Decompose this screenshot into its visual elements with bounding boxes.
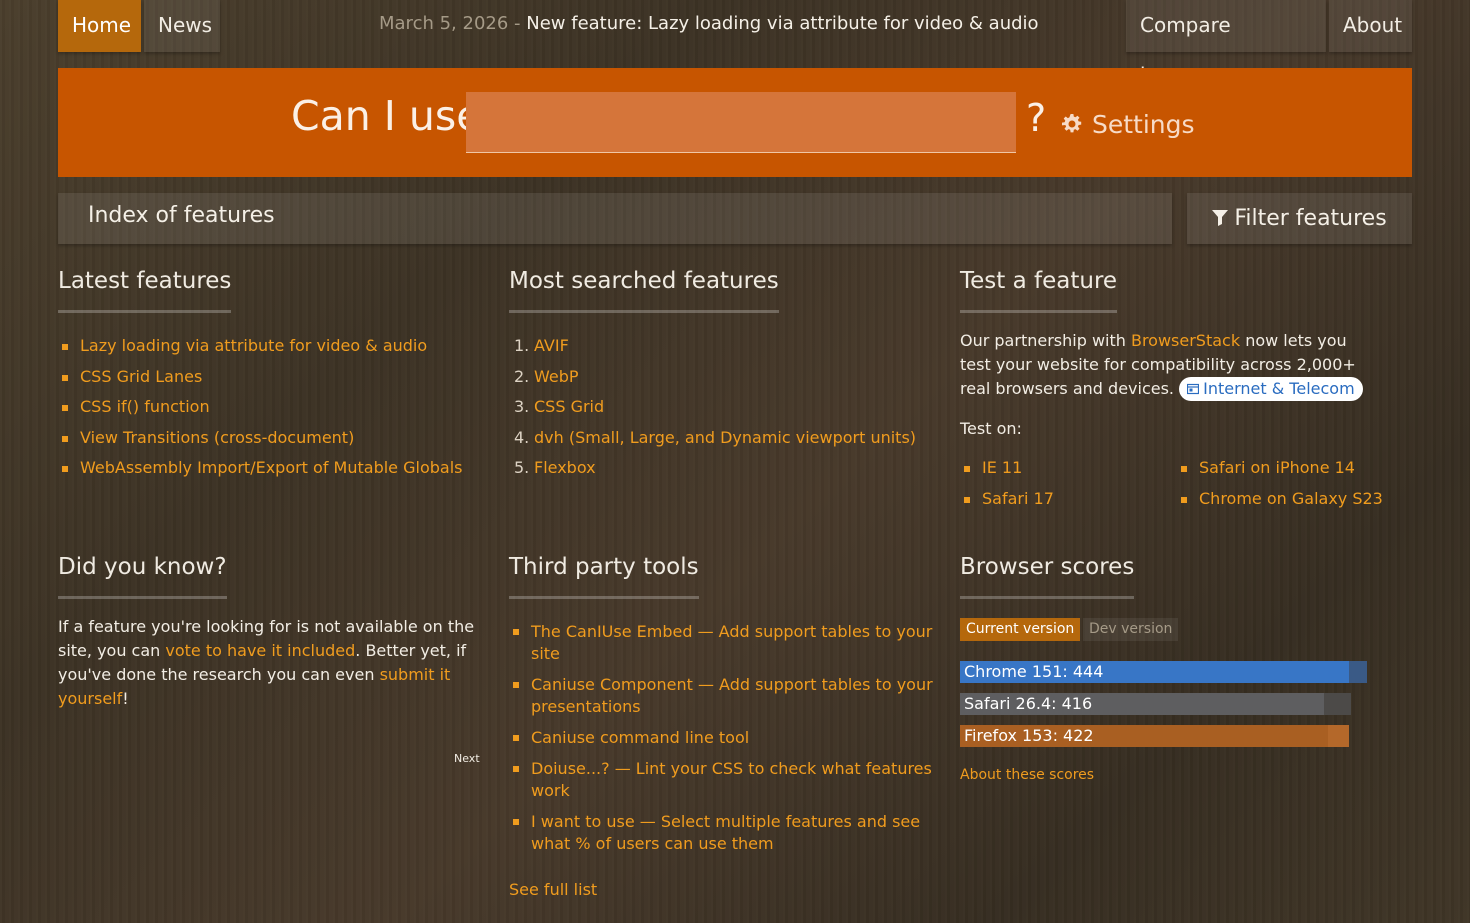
category-badge[interactable]: Internet & Telecom <box>1179 377 1363 401</box>
filter-icon <box>1212 210 1229 226</box>
rank-number: 4. <box>514 427 530 447</box>
settings-label: Settings <box>1092 110 1195 139</box>
list-item[interactable]: 3. CSS Grid <box>514 397 916 428</box>
settings-button[interactable]: Settings <box>1062 110 1195 139</box>
list-item[interactable]: WebAssembly Import/Export of Mutable Glo… <box>61 458 462 489</box>
list-item[interactable]: Caniuse command line tool <box>513 727 941 749</box>
nav-about[interactable]: About <box>1329 0 1412 52</box>
test-target-link[interactable]: IE 11 <box>982 458 1022 477</box>
tool-link[interactable]: The CanIUse Embed — Add support tables t… <box>531 622 932 663</box>
see-full-list-link[interactable]: See full list <box>509 878 597 902</box>
search-prefix: Can I use <box>291 92 482 140</box>
list-item[interactable]: 1. AVIF <box>514 336 916 367</box>
feature-link[interactable]: CSS Grid Lanes <box>80 367 202 386</box>
most-searched-heading: Most searched features <box>509 268 779 313</box>
browser-scores-heading: Browser scores <box>960 554 1135 599</box>
list-item[interactable]: View Transitions (cross-document) <box>61 428 462 459</box>
score-label: Chrome 151: 444 <box>964 662 1104 681</box>
browserstack-link[interactable]: BrowserStack <box>1131 331 1240 350</box>
feature-link[interactable]: AVIF <box>534 336 569 355</box>
list-item[interactable]: Safari 17 <box>964 489 1054 520</box>
list-item[interactable]: Chrome on Galaxy S23 <box>1181 489 1383 520</box>
news-title[interactable]: New feature: Lazy loading via attribute … <box>526 13 1038 34</box>
top-nav: Home News March 5, 2026 - New feature: L… <box>0 0 1470 87</box>
list-item[interactable]: I want to use — Select multiple features… <box>513 811 941 855</box>
tool-link[interactable]: Caniuse Component — Add support tables t… <box>531 675 933 716</box>
list-item[interactable]: CSS if() function <box>61 397 462 428</box>
nav-home[interactable]: Home <box>58 0 141 52</box>
test-target-link[interactable]: Safari on iPhone 14 <box>1199 458 1355 477</box>
tab-current-version[interactable]: Current version <box>960 618 1081 641</box>
tool-link[interactable]: Doiuse...? — Lint your CSS to check what… <box>531 759 932 800</box>
rank-number: 3. <box>514 397 530 416</box>
dyk-text-3: ! <box>122 689 129 708</box>
did-you-know-heading: Did you know? <box>58 554 227 599</box>
index-of-features-bar[interactable]: Index of features <box>58 193 1172 244</box>
feature-link[interactable]: Lazy loading via attribute for video & a… <box>80 336 427 355</box>
latest-features-list: Lazy loading via attribute for video & a… <box>61 336 462 489</box>
score-label: Firefox 153: 422 <box>964 726 1094 745</box>
list-item[interactable]: Lazy loading via attribute for video & a… <box>61 336 462 367</box>
gear-icon <box>1062 114 1082 133</box>
list-item[interactable]: 2. WebP <box>514 367 916 398</box>
test-text-before: Our partnership with <box>960 331 1131 350</box>
third-party-tools-list: The CanIUse Embed — Add support tables t… <box>513 621 941 864</box>
test-targets-left: IE 11 Safari 17 <box>964 458 1054 520</box>
search-band: Can I use ? Settings <box>58 68 1412 177</box>
score-bar-firefox[interactable]: Firefox 153: 422 <box>960 725 1349 747</box>
news-date: March 5, 2026 - <box>379 13 521 34</box>
test-intro-text: Our partnership with BrowserStack now le… <box>960 329 1380 401</box>
score-label: Safari 26.4: 416 <box>964 694 1093 713</box>
latest-features-heading: Latest features <box>58 268 232 313</box>
search-input[interactable] <box>466 92 1016 153</box>
test-target-link[interactable]: Safari 17 <box>982 489 1054 508</box>
filter-features-button[interactable]: Filter features <box>1187 193 1412 244</box>
list-item[interactable]: Doiuse...? — Lint your CSS to check what… <box>513 758 941 802</box>
feature-link[interactable]: View Transitions (cross-document) <box>80 428 354 447</box>
search-suffix: ? <box>1026 96 1047 140</box>
tool-link[interactable]: I want to use — Select multiple features… <box>531 812 920 853</box>
tool-link[interactable]: Caniuse command line tool <box>531 728 749 747</box>
most-searched-list: 1. AVIF 2. WebP 3. CSS Grid 4. dvh (Small, L… <box>514 336 916 489</box>
rank-number: 2. <box>514 366 530 386</box>
feature-link[interactable]: CSS if() function <box>80 397 210 416</box>
nav-compare-browsers[interactable]: Compare browsers <box>1126 0 1326 87</box>
feature-link[interactable]: dvh (Small, Large, and Dynamic viewport … <box>534 428 916 447</box>
feature-link[interactable]: WebP <box>534 367 579 386</box>
news-ticker[interactable]: March 5, 2026 - New feature: Lazy loadin… <box>379 13 1039 34</box>
score-bar-chrome[interactable]: Chrome 151: 444 <box>960 661 1367 683</box>
list-item[interactable]: CSS Grid Lanes <box>61 367 462 398</box>
index-title: Index of features <box>88 203 275 228</box>
feature-link[interactable]: WebAssembly Import/Export of Mutable Glo… <box>80 458 462 477</box>
list-item[interactable]: Caniuse Component — Add support tables t… <box>513 674 941 718</box>
list-item[interactable]: 4. dvh (Small, Large, and Dynamic viewpor… <box>514 428 916 459</box>
next-tip-button[interactable]: Next <box>454 752 480 765</box>
test-feature-heading: Test a feature <box>960 268 1118 313</box>
feature-link[interactable]: CSS Grid <box>534 397 604 416</box>
list-item[interactable]: Safari on iPhone 14 <box>1181 458 1383 489</box>
test-on-label: Test on: <box>960 419 1022 438</box>
test-target-link[interactable]: Chrome on Galaxy S23 <box>1199 489 1383 508</box>
score-bar-safari[interactable]: Safari 26.4: 416 <box>960 693 1351 715</box>
list-item[interactable]: IE 11 <box>964 458 1054 489</box>
vote-link[interactable]: vote to have it included <box>165 641 355 660</box>
feature-link[interactable]: Flexbox <box>534 458 596 477</box>
did-you-know-text: If a feature you're looking for is not a… <box>58 615 483 711</box>
rank-number: 5. <box>514 458 530 477</box>
test-targets-right: Safari on iPhone 14 Chrome on Galaxy S23 <box>1181 458 1383 520</box>
list-item[interactable]: 5. Flexbox <box>514 458 916 489</box>
list-item[interactable]: The CanIUse Embed — Add support tables t… <box>513 621 941 665</box>
tab-dev-version[interactable]: Dev version <box>1083 618 1179 641</box>
third-party-tools-heading: Third party tools <box>509 554 699 599</box>
about-scores-link[interactable]: About these scores <box>960 763 1094 787</box>
nav-news[interactable]: News <box>144 0 220 52</box>
filter-label: Filter features <box>1234 206 1387 231</box>
browser-window-icon <box>1187 383 1200 395</box>
rank-number: 1. <box>514 336 530 355</box>
category-badge-label: Internet & Telecom <box>1203 379 1355 398</box>
